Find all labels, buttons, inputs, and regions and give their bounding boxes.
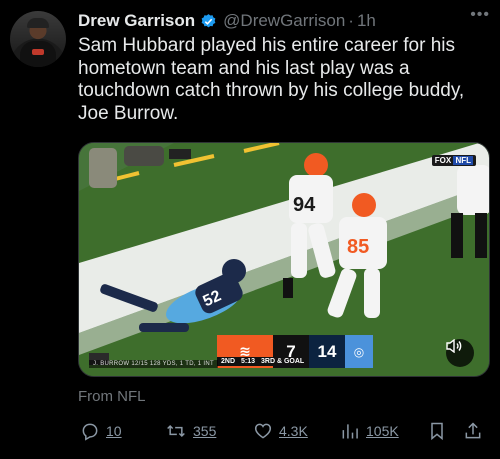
more-options-icon[interactable]: ••• [470, 6, 490, 24]
handle[interactable]: @DrewGarrison [223, 11, 345, 31]
verified-badge-icon [201, 13, 216, 27]
avatar-cap [27, 18, 49, 28]
svg-text:94: 94 [293, 194, 316, 216]
tweet-header: Drew Garrison @DrewGarrison · 1h [78, 9, 490, 33]
network-bug: FOX NFL [431, 155, 476, 166]
video-media[interactable]: 52 94 85 FOX NFL ≋ 7 14 ◎ 2ND 5:13 3RD &… [78, 142, 490, 377]
reply-count: 10 [106, 423, 122, 439]
repost-button[interactable]: 355 [165, 421, 216, 441]
player-stat-line: J. BURROW 12/15 128 YDS, 1 TD, 1 INT [89, 360, 218, 368]
like-button[interactable]: 4.3K [253, 421, 308, 441]
tweet-text: Sam Hubbard played his entire career for… [78, 35, 465, 124]
network-bug-label: FOX [434, 156, 452, 165]
share-button[interactable] [463, 421, 483, 441]
svg-text:85: 85 [347, 236, 369, 258]
bookmark-icon [431, 422, 443, 441]
views-icon [342, 424, 358, 439]
timestamp[interactable]: 1h [357, 11, 376, 31]
reply-icon [82, 423, 98, 441]
separator-dot: · [348, 11, 354, 30]
view-count: 105K [366, 423, 399, 439]
network-bug-suffix: NFL [453, 156, 473, 165]
volume-icon[interactable] [446, 339, 474, 367]
game-clock: 5:13 [241, 358, 256, 365]
like-count: 4.3K [279, 423, 308, 439]
reply-button[interactable]: 10 [80, 421, 122, 441]
action-bar: 10 355 4.3K 105K [78, 421, 488, 443]
display-name[interactable]: Drew Garrison [78, 11, 195, 31]
views-button[interactable]: 105K [340, 421, 399, 441]
down-distance: 3RD & GOAL [261, 358, 305, 365]
bookmark-button[interactable] [428, 421, 446, 441]
avatar-logo [32, 49, 44, 55]
media-source[interactable]: From NFL [78, 388, 146, 405]
repost-count: 355 [193, 423, 217, 439]
avatar[interactable] [10, 11, 66, 67]
titans-logo-icon: ◎ [345, 335, 373, 368]
heart-icon [254, 423, 272, 439]
speaker-icon [446, 339, 462, 353]
scorebug-status: 2ND 5:13 3RD & GOAL [217, 357, 309, 366]
share-icon [465, 422, 481, 439]
team2-score: 14 [309, 335, 345, 368]
quarter: 2ND [221, 358, 236, 365]
repost-icon [167, 424, 185, 438]
